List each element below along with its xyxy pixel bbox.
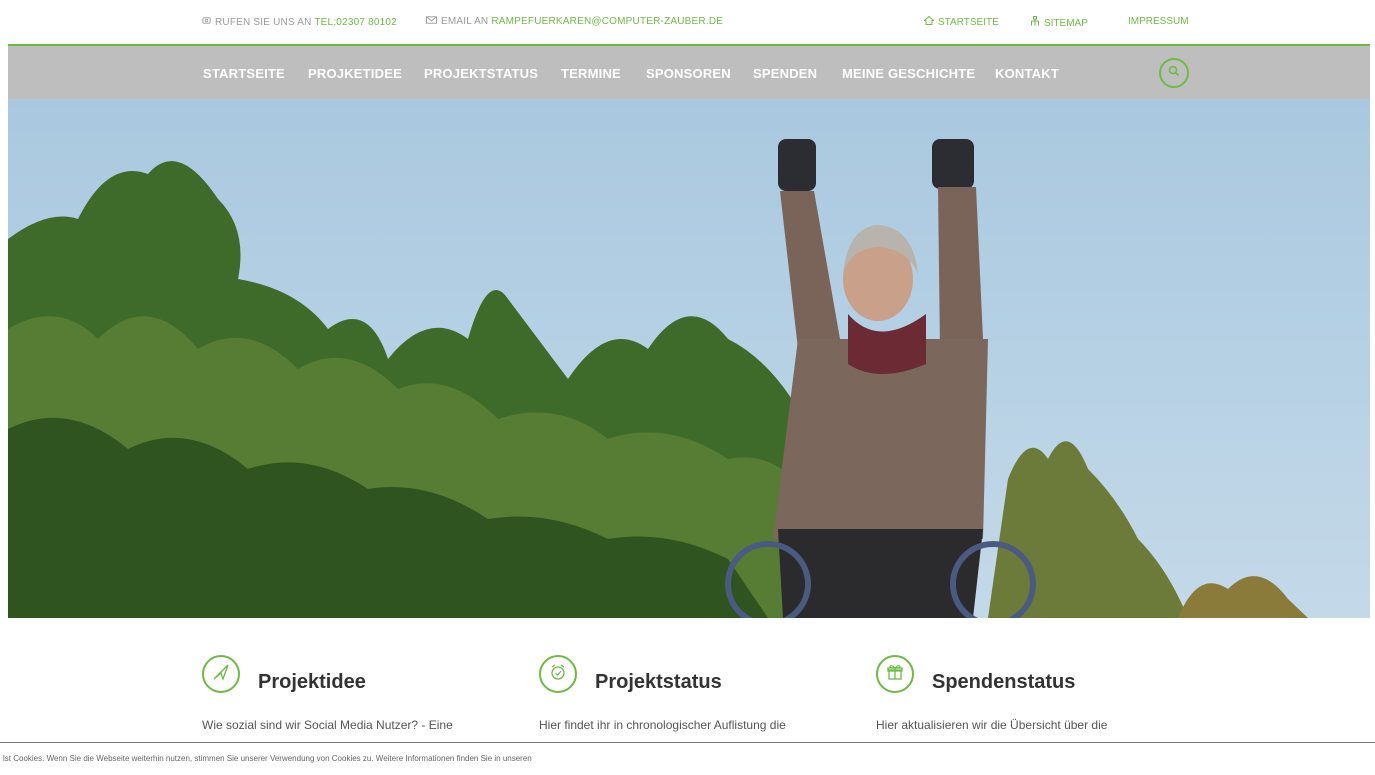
cookie-message: lst Cookies. Wenn Sie die Webseite weite… [3, 754, 532, 763]
top-link-impressum[interactable]: IMPRESSUM [1128, 16, 1189, 27]
home-icon [923, 15, 935, 28]
nav-item-projektstatus[interactable]: PROJEKTSTATUS [424, 66, 538, 81]
paper-plane-icon [212, 663, 230, 686]
email-link[interactable]: RAMPEFUERKAREN@COMPUTER-ZAUBER.DE [491, 16, 723, 27]
top-link-sitemap[interactable]: SITEMAP [1030, 16, 1088, 29]
top-link-label: STARTSEITE [938, 17, 999, 28]
email-info: EMAIL AN RAMPEFUERKAREN@COMPUTER-ZAUBER.… [426, 16, 723, 27]
trees-illustration [8, 161, 1308, 618]
feature-title: Projektstatus [595, 671, 722, 693]
nav-item-sponsoren[interactable]: SPONSOREN [646, 66, 731, 81]
hero-image [8, 99, 1370, 618]
phone-link[interactable]: TEL:02307 80102 [314, 17, 397, 28]
nav-item-meine-geschichte[interactable]: MEINE GESCHICHTE [842, 66, 975, 81]
top-utility-bar: RUFEN SIE UNS AN TEL:02307 80102 EMAIL A… [8, 0, 1370, 46]
email-prefix: EMAIL AN [441, 16, 489, 27]
feature-icon-circle [202, 655, 240, 693]
sitemap-icon [1030, 16, 1040, 29]
feature-title: Spendenstatus [932, 671, 1076, 693]
feature-text: Hier aktualisieren wir die Übersicht übe… [876, 718, 1108, 732]
feature-text: Hier findet ihr in chronologischer Aufli… [539, 718, 786, 732]
search-icon [1168, 64, 1180, 82]
top-link-label: SITEMAP [1044, 18, 1088, 29]
feature-icon-circle [876, 655, 914, 693]
phone-info: RUFEN SIE UNS AN TEL:02307 80102 [202, 16, 397, 28]
nav-item-termine[interactable]: TERMINE [561, 66, 621, 81]
envelope-icon [426, 16, 437, 27]
hero-illustration [8, 139, 1308, 618]
gift-icon [886, 663, 904, 686]
phone-prefix: RUFEN SIE UNS AN [215, 17, 312, 28]
top-link-label: IMPRESSUM [1128, 16, 1189, 27]
nav-item-projektidee[interactable]: PROJKETIDEE [308, 66, 402, 81]
top-link-startseite[interactable]: STARTSEITE [923, 15, 999, 28]
search-button[interactable] [1159, 58, 1189, 88]
main-navigation: STARTSEITE PROJKETIDEE PROJEKTSTATUS TER… [8, 46, 1370, 99]
nav-item-spenden[interactable]: SPENDEN [753, 66, 817, 81]
alarm-clock-icon [549, 663, 567, 686]
nav-item-kontakt[interactable]: KONTAKT [995, 66, 1059, 81]
phone-icon [202, 16, 211, 28]
cookie-notice: lst Cookies. Wenn Sie die Webseite weite… [0, 742, 1375, 775]
feature-text: Wie sozial sind wir Social Media Nutzer?… [202, 718, 453, 732]
nav-item-startseite[interactable]: STARTSEITE [203, 66, 285, 81]
feature-title: Projektidee [258, 671, 366, 693]
feature-icon-circle [539, 655, 577, 693]
